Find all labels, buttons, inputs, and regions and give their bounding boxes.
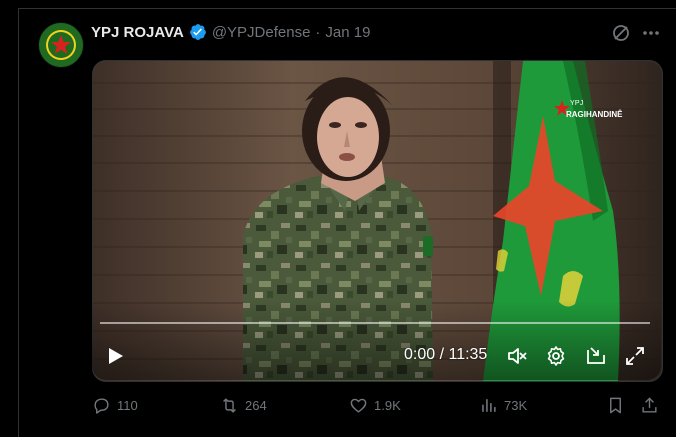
controls-overlay [92, 300, 661, 380]
reply-icon [94, 398, 109, 414]
repost-count: 264 [245, 398, 267, 413]
verified-badge-icon[interactable] [189, 23, 207, 41]
play-icon[interactable] [104, 345, 126, 367]
repost-button[interactable]: 264 [220, 396, 267, 415]
tweet-date[interactable]: Jan 19 [325, 24, 370, 41]
mute-icon[interactable] [506, 345, 528, 367]
video-progress-bar[interactable] [100, 322, 650, 324]
settings-gear-icon[interactable] [545, 345, 567, 367]
watermark-top-text: YPJ [570, 100, 584, 107]
views-button[interactable]: 73K [479, 396, 527, 415]
tweet-header: YPJ ROJAVA @YPJDefense · Jan 19 [91, 22, 370, 42]
more-options-icon[interactable] [641, 23, 661, 43]
bookmark-icon[interactable] [606, 396, 625, 415]
like-count: 1.9K [374, 398, 401, 413]
heart-icon [350, 398, 367, 413]
author-avatar[interactable] [38, 22, 84, 68]
views-chart-icon [482, 399, 496, 412]
author-handle[interactable]: @YPJDefense [212, 24, 311, 41]
repost-icon [223, 398, 236, 413]
tweet-actions: 110 264 1.9K 73K [0, 396, 676, 416]
fullscreen-icon[interactable] [624, 345, 646, 367]
views-count: 73K [504, 398, 528, 413]
separator-dot: · [315, 23, 321, 41]
video-time: 0:00 / 11:35 [404, 346, 488, 363]
share-icon[interactable] [640, 396, 659, 415]
dock-video-icon[interactable] [585, 345, 607, 367]
author-name[interactable]: YPJ ROJAVA [91, 24, 184, 41]
ypj-logo-icon [39, 23, 83, 67]
like-button[interactable]: 1.9K [349, 396, 401, 415]
channel-watermark: YPJ RAGIHANDINÊ [554, 98, 622, 128]
grok-icon[interactable] [611, 23, 631, 43]
reply-count: 110 [117, 398, 138, 413]
watermark-bottom-text: RAGIHANDINÊ [566, 110, 623, 119]
reply-button[interactable]: 110 [92, 396, 138, 415]
